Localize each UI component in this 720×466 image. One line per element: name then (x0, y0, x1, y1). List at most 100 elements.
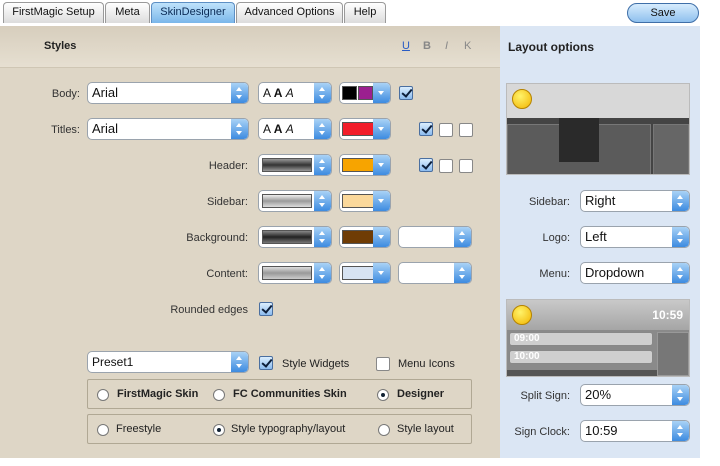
titles-checkbox-2[interactable] (439, 123, 453, 137)
header-checkbox-2[interactable] (439, 159, 453, 173)
body-bg-swatch (358, 86, 373, 100)
freestyle-label: Freestyle (116, 423, 162, 435)
background-color-select[interactable] (339, 226, 391, 248)
font-style-icons: A A A (263, 86, 294, 100)
tab-advanced-options[interactable]: Advanced Options (236, 2, 343, 23)
titles-checkbox-3[interactable] (459, 123, 473, 137)
tab-meta[interactable]: Meta (105, 2, 150, 23)
split-sign-label: Split Sign: (520, 390, 570, 402)
content-label: Content: (206, 268, 248, 280)
background-extra-select[interactable] (398, 226, 472, 248)
content-extra-select[interactable] (398, 262, 472, 284)
sign-clock-select[interactable]: 10:59 (580, 420, 690, 442)
layout-menu-select[interactable]: Dropdown (580, 262, 690, 284)
background-label: Background: (186, 232, 248, 244)
smiley-logo-icon (512, 89, 532, 109)
dropdown-arrow-icon (231, 83, 248, 103)
titles-font-select[interactable]: Arial (87, 118, 249, 140)
dropdown-arrow-icon (231, 119, 248, 139)
clock-row: 09:00 (509, 332, 653, 346)
layout-options-title: Layout options (508, 40, 594, 54)
dropdown-arrow-icon (672, 263, 689, 283)
header-gradient-select[interactable] (258, 154, 332, 176)
preview-sidebar (653, 124, 689, 174)
underline-button[interactable]: U (402, 40, 410, 52)
font-style-icons: A A A (263, 122, 294, 136)
titles-font-value: Arial (92, 121, 119, 136)
bold-button[interactable]: B (423, 40, 431, 52)
firstmagic-skin-label: FirstMagic Skin (117, 388, 199, 400)
styles-panel: Styles U B I K Body: Arial A A A Titles:… (0, 26, 500, 458)
dropdown-arrow-icon (314, 155, 331, 175)
radio-style-typography-layout[interactable] (213, 424, 225, 436)
layout-logo-label: Logo: (542, 232, 570, 244)
clock-preview-footer (507, 370, 657, 376)
layout-options-panel: Layout options Sidebar: Right Logo: Left… (500, 26, 700, 458)
tab-help[interactable]: Help (344, 2, 386, 23)
gradient-swatch (262, 266, 312, 280)
titles-fontstyle-select[interactable]: A A A (258, 118, 332, 140)
body-enable-checkbox[interactable] (399, 86, 413, 100)
dropdown-arrow-icon (314, 263, 331, 283)
radio-fc-communities-skin[interactable] (213, 389, 225, 401)
layout-logo-value: Left (585, 229, 607, 244)
dropdown-arrow-icon (672, 421, 689, 441)
styles-header: Styles U B I K (0, 26, 500, 68)
titles-color-select[interactable] (339, 118, 391, 140)
dropdown-arrow-icon (672, 385, 689, 405)
style-layout-label: Style layout (397, 423, 454, 435)
sign-clock-value: 10:59 (585, 423, 618, 438)
dropdown-arrow-icon (672, 227, 689, 247)
radio-freestyle[interactable] (97, 424, 109, 436)
tab-firstmagic-setup[interactable]: FirstMagic Setup (3, 2, 104, 23)
gradient-swatch (262, 158, 312, 172)
background-gradient-select[interactable] (258, 226, 332, 248)
dropdown-arrow-icon (373, 191, 390, 211)
content-color-select[interactable] (339, 262, 391, 284)
sidebar-color-select[interactable] (339, 190, 391, 212)
save-button[interactable]: Save (627, 3, 699, 23)
styles-title: Styles (44, 40, 77, 52)
dropdown-arrow-icon (454, 263, 471, 283)
layout-sidebar-select[interactable]: Right (580, 190, 690, 212)
dropdown-arrow-icon (314, 119, 331, 139)
dropdown-arrow-icon (373, 83, 390, 103)
layout-menu-label: Menu: (539, 268, 570, 280)
body-color-select[interactable] (339, 82, 391, 104)
italic-button[interactable]: I (445, 40, 448, 52)
style-widgets-checkbox[interactable] (259, 356, 273, 370)
menu-icons-checkbox[interactable] (376, 357, 390, 371)
dropdown-arrow-icon (314, 227, 331, 247)
layout-menu-value: Dropdown (585, 265, 645, 280)
split-sign-select[interactable]: 20% (580, 384, 690, 406)
background-color-swatch (342, 230, 374, 244)
header-checkbox-1[interactable] (419, 158, 433, 172)
rounded-edges-checkbox[interactable] (259, 302, 273, 316)
tab-skindesigner[interactable]: SkinDesigner (151, 2, 235, 23)
preview-menu (559, 118, 599, 162)
layout-sidebar-label: Sidebar: (529, 196, 570, 208)
body-fontstyle-select[interactable]: A A A (258, 82, 332, 104)
smiley-logo-icon (512, 305, 532, 325)
radio-style-layout[interactable] (378, 424, 390, 436)
menu-icons-label: Menu Icons (398, 358, 455, 370)
layout-logo-select[interactable]: Left (580, 226, 690, 248)
titles-label: Titles: (51, 124, 80, 136)
header-label: Header: (208, 160, 248, 172)
preset-select[interactable]: Preset1 (87, 351, 249, 373)
sidebar-gradient-select[interactable] (258, 190, 332, 212)
radio-firstmagic-skin[interactable] (97, 389, 109, 401)
body-font-select[interactable]: Arial (87, 82, 249, 104)
header-color-select[interactable] (339, 154, 391, 176)
radio-designer[interactable] (377, 389, 389, 401)
header-checkbox-3[interactable] (459, 159, 473, 173)
dropdown-arrow-icon (231, 352, 248, 372)
rounded-edges-label: Rounded edges (170, 304, 248, 316)
titles-checkbox-1[interactable] (419, 122, 433, 136)
dropdown-arrow-icon (454, 227, 471, 247)
k-button[interactable]: K (464, 40, 471, 52)
content-gradient-select[interactable] (258, 262, 332, 284)
header-color-swatch (342, 158, 374, 172)
titles-color-swatch (342, 122, 374, 136)
layout-sidebar-value: Right (585, 193, 616, 208)
